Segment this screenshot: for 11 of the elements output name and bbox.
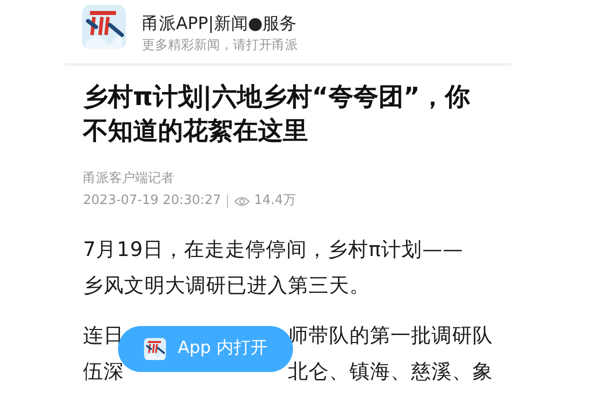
paragraph-text: 7月19日，在走走停停间，乡村π计划——	[83, 236, 464, 263]
app-banner-title: 甬派APP|新闻●服务	[142, 13, 298, 35]
paragraph-text: 乡风文明大调研已进入第三天。	[83, 272, 370, 299]
app-logo-icon	[82, 5, 126, 49]
author-name: 甬派客户端记者	[83, 171, 174, 186]
eye-icon	[234, 196, 250, 206]
app-banner-subtitle: 更多精彩新闻，请打开甬派	[142, 37, 298, 55]
view-count: 14.4万	[254, 192, 296, 210]
publish-time: 2023-07-19 20:30:27	[83, 192, 222, 210]
article-headline: 乡村π计划|六地乡村“夸夸团”，你不知道的花絮在这里	[83, 81, 471, 147]
app-logo-icon	[144, 338, 166, 360]
